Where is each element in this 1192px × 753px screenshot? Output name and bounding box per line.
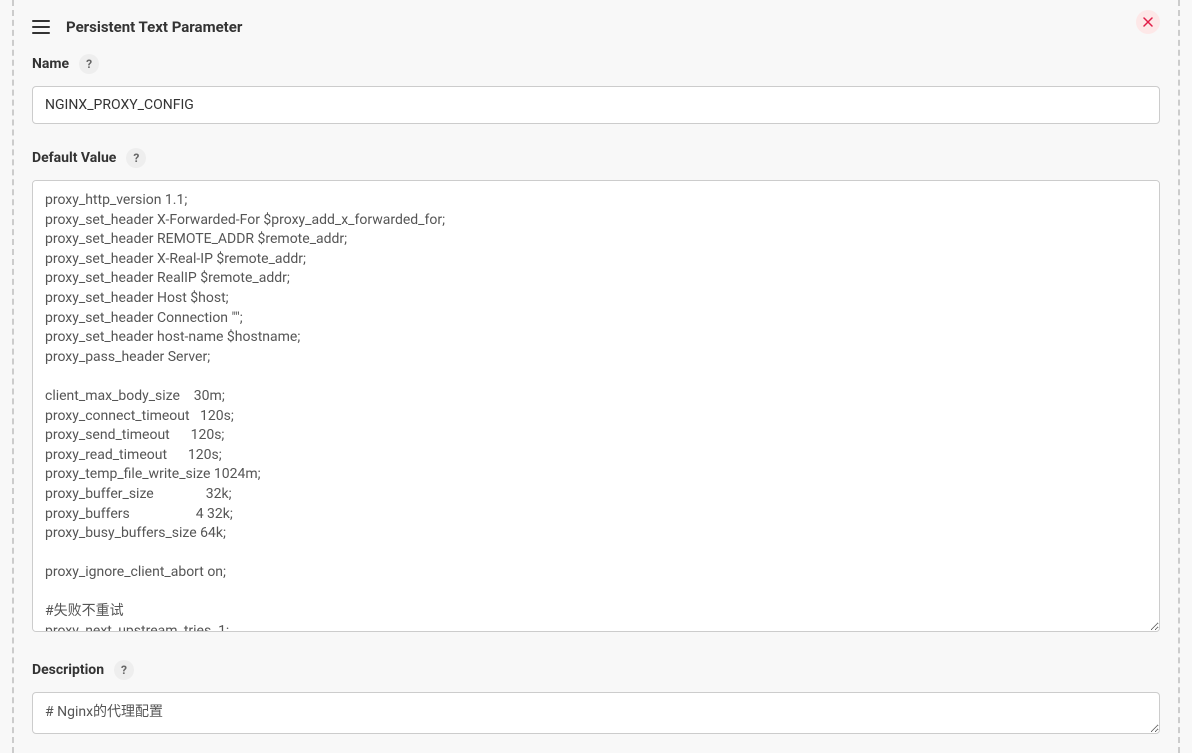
name-input[interactable]	[32, 86, 1160, 124]
default-value-help-icon[interactable]: ?	[126, 148, 146, 168]
default-value-textarea[interactable]: proxy_http_version 1.1; proxy_set_header…	[32, 180, 1160, 632]
description-label: Description	[32, 662, 104, 678]
close-button[interactable]	[1136, 10, 1160, 34]
description-field-group: Description ? # Nginx的代理配置	[32, 660, 1160, 738]
panel-header: Persistent Text Parameter	[32, 0, 1160, 54]
name-field-group: Name ?	[32, 54, 1160, 124]
menu-icon[interactable]	[32, 20, 50, 34]
name-label: Name	[32, 56, 69, 72]
default-value-label: Default Value	[32, 150, 116, 166]
name-help-icon[interactable]: ?	[79, 54, 99, 74]
panel-title: Persistent Text Parameter	[66, 18, 242, 36]
description-textarea[interactable]: # Nginx的代理配置	[32, 692, 1160, 734]
description-help-icon[interactable]: ?	[114, 660, 134, 680]
default-value-field-group: Default Value ? proxy_http_version 1.1; …	[32, 148, 1160, 636]
close-icon	[1143, 17, 1153, 27]
